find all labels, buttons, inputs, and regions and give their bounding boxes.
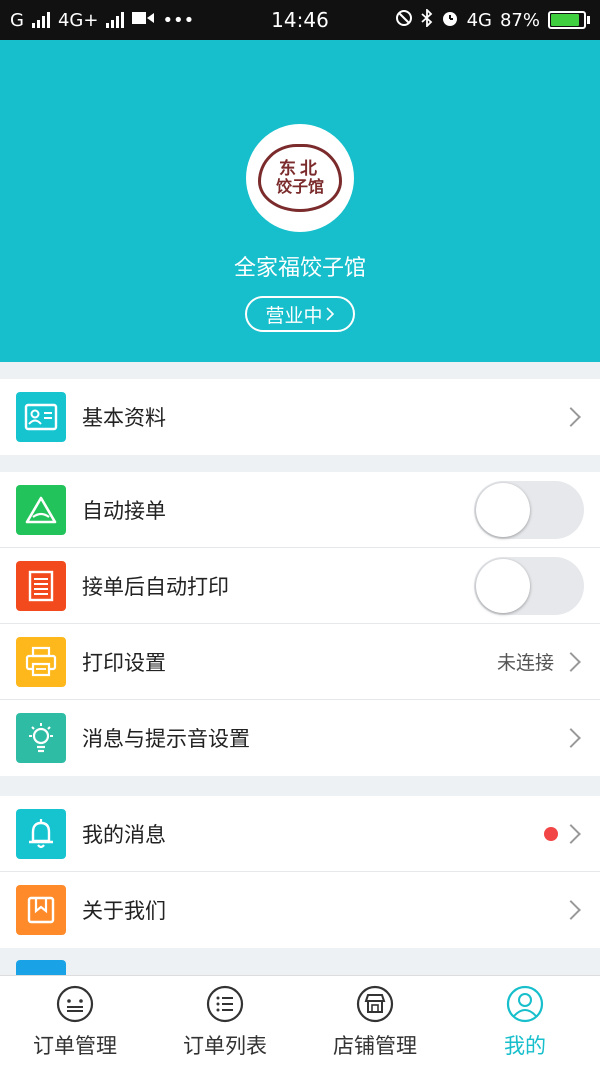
row-auto-accept: 自动接单 [0, 472, 600, 548]
video-icon [132, 10, 155, 31]
tab-label: 店铺管理 [333, 1034, 417, 1058]
row-label: 消息与提示音设置 [82, 727, 250, 751]
printer-icon [16, 636, 66, 687]
row-about-us[interactable]: 关于我们 [0, 872, 600, 948]
status-bar: G 4G+ ••• 14:46 4G 87% [0, 0, 600, 40]
rotation-lock-icon [395, 9, 413, 32]
row-basic-info[interactable]: 基本资料 [0, 379, 600, 455]
bluetooth-icon [420, 7, 433, 32]
order-manage-icon [56, 985, 94, 1023]
chevron-right-icon [561, 900, 581, 920]
tab-label: 我的 [504, 1034, 546, 1058]
settings-group-info: 我的消息 关于我们 [0, 796, 600, 948]
status-left: G 4G+ ••• [10, 10, 194, 31]
row-label: 基本资料 [82, 406, 166, 430]
row-print-settings[interactable]: 打印设置 未连接 [0, 624, 600, 700]
auto-print-toggle[interactable] [474, 557, 584, 615]
shop-avatar[interactable]: 东北 饺子馆 [246, 124, 354, 232]
receipt-icon [16, 560, 66, 611]
network-label: 4G+ [57, 9, 99, 31]
triangle-logo-icon [16, 484, 66, 535]
carrier-label: G [10, 9, 24, 31]
store-icon [356, 985, 394, 1023]
tab-store-manage[interactable]: 店铺管理 [300, 976, 450, 1067]
unread-badge [544, 826, 558, 841]
chevron-right-icon [561, 407, 581, 427]
bookmark-icon [16, 885, 66, 935]
settings-group-orders: 自动接单 接单后自动打印 打印设置 未连接 消息与提示音设置 [0, 472, 600, 776]
tab-profile[interactable]: 我的 [450, 976, 600, 1067]
row-my-messages[interactable]: 我的消息 [0, 796, 600, 872]
bulb-icon [16, 713, 66, 763]
business-status-button[interactable]: 营业中 [245, 296, 355, 332]
business-status-label: 营业中 [265, 304, 323, 327]
shop-name: 全家福饺子馆 [233, 256, 366, 281]
chevron-right-icon [325, 307, 334, 321]
id-card-icon [16, 392, 66, 442]
network2-label: 4G [466, 9, 492, 31]
partial-row-icon [16, 960, 66, 975]
chevron-right-icon [561, 651, 581, 672]
tab-order-manage[interactable]: 订单管理 [0, 976, 150, 1067]
signal-icon-2 [106, 12, 125, 28]
shop-logo: 东北 饺子馆 [258, 144, 342, 212]
alarm-icon [441, 9, 459, 32]
bottom-tab-bar: 订单管理 订单列表 店铺管理 我的 [0, 975, 600, 1067]
chevron-right-icon [561, 728, 581, 748]
tab-label: 订单管理 [33, 1034, 117, 1058]
chevron-right-icon [561, 823, 581, 844]
row-auto-print: 接单后自动打印 [0, 548, 600, 624]
order-list-icon [206, 985, 244, 1023]
battery-percent: 87% [499, 9, 540, 31]
profile-icon [506, 985, 544, 1023]
row-label: 关于我们 [82, 899, 166, 923]
row-label: 打印设置 [82, 650, 166, 675]
settings-group-profile: 基本资料 [0, 379, 600, 455]
tab-label: 订单列表 [183, 1034, 267, 1058]
more-icon: ••• [162, 9, 195, 31]
row-notification-settings[interactable]: 消息与提示音设置 [0, 700, 600, 776]
tab-order-list[interactable]: 订单列表 [150, 976, 300, 1067]
bell-icon [16, 808, 66, 859]
row-label: 我的消息 [82, 822, 166, 847]
signal-icon [31, 12, 50, 28]
printer-status: 未连接 [496, 652, 554, 674]
battery-icon [548, 11, 590, 29]
shop-header: 东北 饺子馆 全家福饺子馆 营业中 [0, 40, 600, 362]
status-right: 4G 87% [395, 7, 590, 32]
auto-accept-toggle[interactable] [474, 481, 584, 539]
